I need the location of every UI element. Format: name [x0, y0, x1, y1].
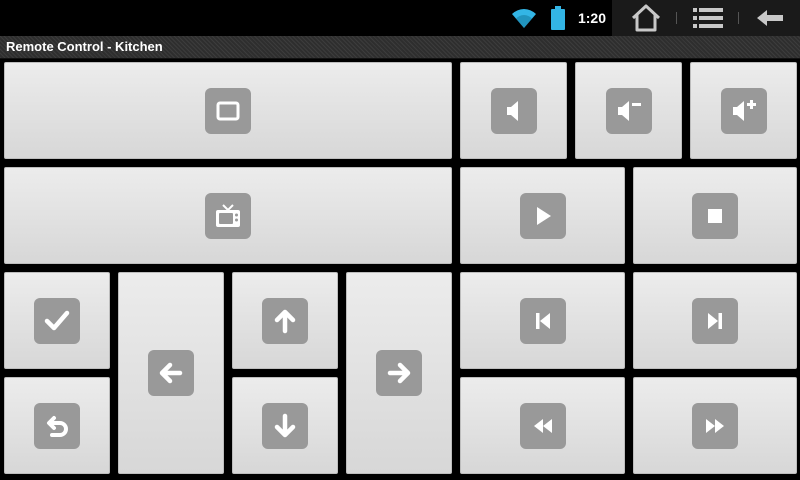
volume-down-button[interactable] [575, 62, 682, 159]
skip-previous-icon [519, 297, 566, 344]
volume-mute-icon [490, 87, 537, 134]
title-bar: Remote Control - Kitchen [0, 36, 800, 59]
battery-icon [546, 0, 570, 36]
wifi-icon [506, 0, 542, 36]
skip-next-icon [692, 297, 738, 344]
navigation-bar [612, 0, 800, 36]
down-button[interactable] [232, 377, 338, 474]
back-button[interactable] [4, 377, 110, 474]
window-title: Remote Control - Kitchen [6, 39, 163, 54]
arrow-right-icon [376, 350, 422, 396]
check-icon [34, 297, 80, 344]
arrow-down-icon [262, 402, 308, 449]
play-button[interactable] [460, 167, 625, 264]
fast-forward-icon [692, 402, 738, 449]
arrow-up-icon [262, 297, 308, 344]
next-button[interactable] [633, 272, 797, 369]
confirm-button[interactable] [4, 272, 110, 369]
volume-up-icon [720, 87, 767, 134]
menu-icon[interactable] [688, 0, 728, 36]
stop-icon [692, 192, 738, 239]
window-button[interactable] [4, 62, 452, 159]
stop-button[interactable] [633, 167, 797, 264]
volume-up-button[interactable] [690, 62, 797, 159]
undo-icon [34, 402, 80, 449]
volume-mute-button[interactable] [460, 62, 567, 159]
window-icon [205, 87, 251, 134]
rewind-icon [519, 402, 566, 449]
left-button[interactable] [118, 272, 224, 474]
previous-button[interactable] [460, 272, 625, 369]
rewind-button[interactable] [460, 377, 625, 474]
home-icon[interactable] [626, 0, 666, 36]
fast-forward-button[interactable] [633, 377, 797, 474]
back-icon[interactable] [750, 0, 790, 36]
arrow-left-icon [148, 350, 194, 396]
status-clock: 1:20 [577, 10, 607, 26]
up-button[interactable] [232, 272, 338, 369]
tv-icon [205, 192, 251, 239]
right-button[interactable] [346, 272, 452, 474]
volume-down-icon [605, 87, 652, 134]
tv-button[interactable] [4, 167, 452, 264]
play-icon [519, 192, 566, 239]
